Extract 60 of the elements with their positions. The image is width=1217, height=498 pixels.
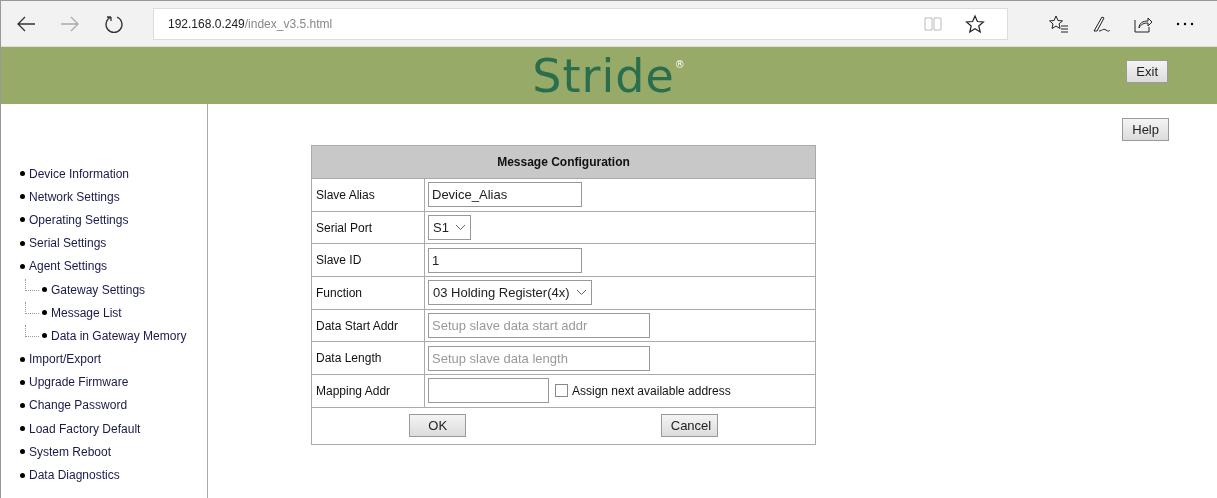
dropdown[interactable]: 03 Holding Register(4x): [428, 280, 592, 306]
ok-button[interactable]: OK: [409, 414, 467, 438]
bullet-icon: [20, 263, 25, 269]
chevron-down-icon: [575, 289, 587, 297]
checkbox[interactable]: [555, 384, 568, 398]
field-label: Slave Alias: [312, 179, 425, 211]
bullet-icon: [20, 402, 25, 408]
text-field[interactable]: Device_Alias: [428, 182, 582, 208]
nav-link[interactable]: Data in Gateway Memory: [51, 328, 187, 343]
nav-link[interactable]: Message List: [51, 305, 122, 320]
address-bar[interactable]: 192.168.0.249/index_v3.5.html: [153, 7, 1008, 40]
field-label: Serial Port: [312, 211, 425, 244]
field-label: Data Start Addr: [312, 309, 425, 342]
nav-link[interactable]: System Reboot: [29, 444, 112, 459]
help-button[interactable]: Help: [1122, 118, 1169, 141]
cancel-button[interactable]: Cancel: [660, 414, 718, 438]
tree-connector-icon: [25, 301, 39, 314]
nav-link[interactable]: Gateway Settings: [51, 282, 146, 297]
exit-button[interactable]: Exit: [1126, 60, 1168, 83]
bullet-icon: [42, 287, 47, 293]
bullet-icon: [20, 379, 25, 385]
field-label: Data Length: [312, 342, 425, 375]
bullet-icon: [20, 356, 25, 362]
nav-link[interactable]: Upgrade Firmware: [29, 375, 129, 390]
text-field[interactable]: 1: [428, 247, 582, 273]
nav-link[interactable]: Import/Export: [29, 352, 102, 367]
bullet-icon: [20, 171, 25, 177]
checkbox-label: Assign next available address: [572, 383, 731, 398]
chevron-down-icon: [454, 224, 466, 232]
table-title: Message Configuration: [312, 146, 815, 179]
dropdown[interactable]: S1: [428, 215, 471, 241]
favorites-list-icon[interactable]: [1049, 13, 1069, 34]
logo: Stride®: [532, 48, 686, 103]
field-label: Slave ID: [312, 244, 425, 277]
text-field[interactable]: [428, 378, 549, 404]
bullet-icon: [42, 310, 47, 316]
nav-link[interactable]: Serial Settings: [29, 236, 107, 251]
star-icon[interactable]: [965, 13, 985, 34]
nav-link[interactable]: Data Diagnostics: [29, 468, 120, 483]
nav-link[interactable]: Network Settings: [29, 189, 120, 204]
text-field[interactable]: Setup slave data length: [428, 345, 650, 371]
field-label: Mapping Addr: [312, 375, 425, 407]
bullet-icon: [20, 240, 25, 246]
nav-link[interactable]: Operating Settings: [29, 212, 129, 227]
url-path: /index_v3.5.html: [244, 16, 333, 31]
tree-connector-icon: [25, 324, 39, 337]
nav-link[interactable]: Load Factory Default: [29, 421, 141, 436]
bullet-icon: [20, 426, 25, 432]
bullet-icon: [20, 217, 25, 223]
text-field[interactable]: Setup slave data start addr: [428, 313, 650, 339]
bullet-icon: [42, 333, 47, 339]
url-host: 192.168.0.249: [168, 16, 245, 31]
nav-link[interactable]: Change Password: [29, 398, 128, 413]
nav-link[interactable]: Device Information: [29, 166, 130, 181]
tree-connector-icon: [25, 278, 39, 291]
bullet-icon: [20, 194, 25, 200]
nav-link[interactable]: Agent Settings: [29, 259, 108, 274]
bullet-icon: [20, 472, 25, 478]
bullet-icon: [20, 449, 25, 455]
field-label: Function: [312, 277, 425, 309]
